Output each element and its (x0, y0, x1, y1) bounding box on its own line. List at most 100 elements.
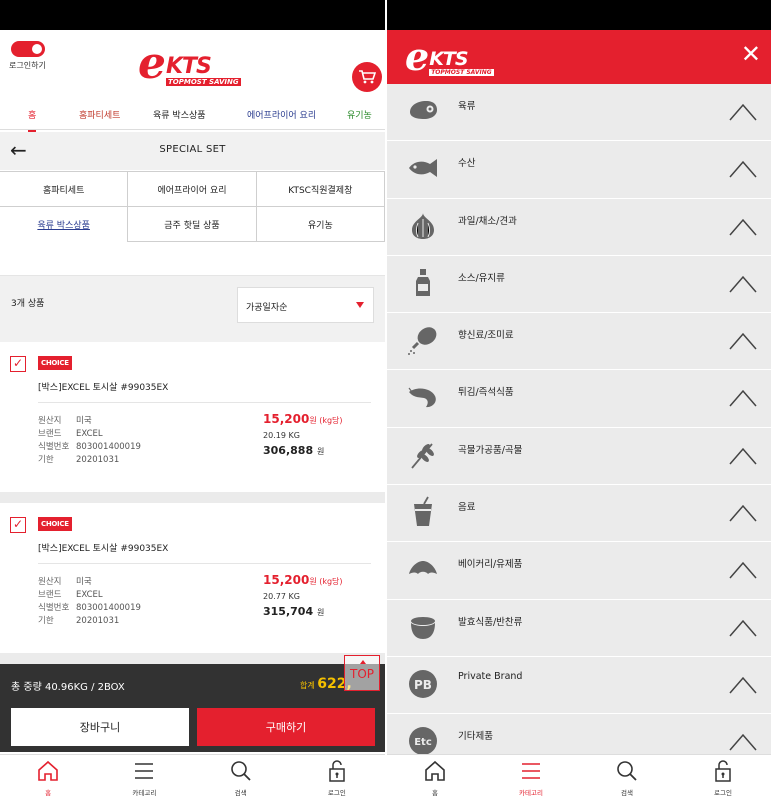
svg-text:Etc: Etc (414, 737, 432, 748)
checkbox[interactable]: ✓ (10, 517, 26, 533)
menu-item-sauce[interactable]: 소스/유지류 (387, 256, 771, 314)
category-organic[interactable]: 유기농 (255, 206, 385, 242)
search-icon (617, 761, 637, 781)
product-count: 3개 상품 (11, 299, 45, 309)
ekts-logo[interactable]: e KTS TOPMOST SAVING (405, 38, 494, 76)
tab-home[interactable]: 홈 (28, 108, 37, 132)
menu-item-produce[interactable]: 과일/채소/견과 (387, 199, 771, 256)
login-label: 로그인하기 (9, 61, 46, 70)
menu-item-beverage[interactable]: 음료 (387, 485, 771, 543)
tab-organic[interactable]: 유기농 (347, 108, 372, 121)
divider (38, 563, 371, 564)
left-screen: 로그인하기 e KTS TOPMOST SAVING 홈 홈파티세트 육류 박스… (0, 0, 385, 800)
choice-badge: CHOICE (38, 356, 72, 370)
title-bar: ← SPECIAL SET (0, 132, 385, 170)
search-icon (230, 761, 251, 781)
pot-icon (411, 616, 435, 639)
chevron-up-icon (729, 676, 757, 694)
spec-origin: 원산지 미국 (38, 577, 92, 587)
total-price: 315,704 원 (263, 605, 325, 618)
menu-icon (135, 763, 154, 779)
category-tabs: 홈 홈파티세트 육류 박스상품 에어프라이어 요리 유기농 (0, 96, 385, 132)
chevron-up-icon (729, 734, 757, 751)
spec-expiry: 기한 20201031 (38, 455, 120, 465)
nav-category[interactable]: 카테고리 (483, 755, 579, 800)
menu-item-bakery[interactable]: 베이커리/유제품 (387, 542, 771, 600)
logo-letter: e (138, 38, 166, 89)
choice-badge: CHOICE (38, 517, 72, 531)
chevron-up-icon (729, 504, 757, 522)
scroll-top-button[interactable]: TOP (344, 655, 380, 691)
croissant-icon (409, 561, 437, 575)
product-name[interactable]: [박스]EXCEL 토시살 #99035EX (38, 380, 168, 393)
menu-item-private-brand[interactable]: PB Private Brand (387, 657, 771, 715)
chevron-up-icon (729, 103, 757, 121)
screen: 로그인하기 e KTS TOPMOST SAVING 홈 홈파티세트 육류 박스… (0, 0, 771, 800)
nav-search[interactable]: 검색 (579, 755, 675, 800)
add-to-cart-button[interactable]: 장바구니 (11, 708, 189, 746)
category-air-fryer[interactable]: 에어프라이어 요리 (127, 171, 257, 207)
menu-item-meat[interactable]: 육류 (387, 84, 771, 142)
menu-header: e KTS TOPMOST SAVING ✕ (387, 30, 771, 84)
menu-item-seafood[interactable]: 수산 (387, 141, 771, 199)
page-title: SPECIAL SET (159, 144, 226, 155)
product-name[interactable]: [박스]EXCEL 토시살 #99035EX (38, 541, 168, 554)
nav-home[interactable]: 홈 (387, 755, 483, 800)
spec-origin: 원산지 미국 (38, 416, 92, 426)
nav-search[interactable]: 검색 (193, 755, 289, 800)
category-home-party[interactable]: 홈파티세트 (0, 171, 129, 207)
chevron-up-icon (729, 390, 757, 407)
product-card[interactable]: ✓ CHOICE [박스]EXCEL 토시살 #99035EX 원산지 미국 브랜… (0, 503, 385, 653)
home-icon (425, 760, 445, 781)
meat-icon (410, 101, 437, 119)
tab-meat-box[interactable]: 육류 박스상품 (153, 108, 206, 121)
drumstick-icon (408, 327, 437, 356)
chevron-up-icon (729, 333, 757, 350)
right-screen: e KTS TOPMOST SAVING ✕ 육류 수산 과일/채소/견과 소스… (387, 0, 771, 800)
tab-home-party[interactable]: 홈파티세트 (79, 108, 120, 121)
divider (38, 402, 371, 403)
nav-home[interactable]: 홈 (0, 755, 96, 800)
checkbox[interactable]: ✓ (10, 356, 26, 372)
shrimp-icon (408, 388, 436, 408)
pb-icon: PB (409, 669, 437, 698)
chevron-up-icon (729, 619, 757, 637)
status-bar (0, 0, 385, 30)
status-bar (387, 0, 771, 30)
category-hot-deal[interactable]: 금주 핫딜 상품 (127, 206, 257, 242)
cart-icon (359, 70, 376, 84)
logo-name: KTS (166, 53, 212, 79)
menu-item-fermented[interactable]: 발효식품/반찬류 (387, 600, 771, 657)
menu-item-spice[interactable]: 향신료/조미료 (387, 313, 771, 371)
sort-select[interactable]: 가공일자순 (237, 287, 374, 323)
menu-item-fried[interactable]: 튀김/즉석식품 (387, 370, 771, 428)
logo-tagline: TOPMOST SAVING (166, 77, 241, 86)
unit-price: 15,200원 (kg당) (263, 573, 343, 587)
category-meat-box[interactable]: 육류 박스상품 (0, 206, 129, 242)
chevron-up-icon (729, 447, 757, 465)
nav-login[interactable]: 로그인 (675, 755, 771, 800)
chevron-up-icon (729, 161, 757, 178)
ekts-logo[interactable]: e KTS TOPMOST SAVING (138, 42, 241, 86)
category-ktsc-payment[interactable]: KTSC직원결제창 (255, 171, 385, 207)
menu-item-grain[interactable]: 곡물가공품/곡물 (387, 428, 771, 486)
product-card[interactable]: ✓ CHOICE [박스]EXCEL 토시살 #99035EX 원산지 미국 브랜… (0, 342, 385, 492)
grid-spacer (0, 242, 385, 276)
login-toggle[interactable] (11, 41, 45, 57)
cart-button[interactable] (352, 62, 382, 92)
close-icon[interactable]: ✕ (741, 42, 761, 66)
bottom-nav: 홈 카테고리 검색 로그인 (0, 754, 385, 800)
nav-category[interactable]: 카테고리 (96, 755, 192, 800)
lock-icon (715, 760, 731, 782)
bottom-nav: 홈 카테고리 검색 로그인 (387, 754, 771, 800)
chevron-up-icon (729, 218, 757, 236)
tab-air-fryer[interactable]: 에어프라이어 요리 (247, 108, 316, 121)
logo-tagline: TOPMOST SAVING (429, 68, 494, 76)
chevron-up-icon (729, 275, 757, 293)
caret-down-icon (356, 302, 364, 308)
category-grid: 홈파티세트 에어프라이어 요리 KTSC직원결제창 육류 박스상품 금주 핫딜 … (0, 171, 385, 242)
buy-button[interactable]: 구매하기 (197, 708, 375, 746)
nav-login[interactable]: 로그인 (289, 755, 385, 800)
list-bar: 3개 상품 가공일자순 (0, 276, 385, 342)
total-price: 306,888 원 (263, 444, 325, 457)
